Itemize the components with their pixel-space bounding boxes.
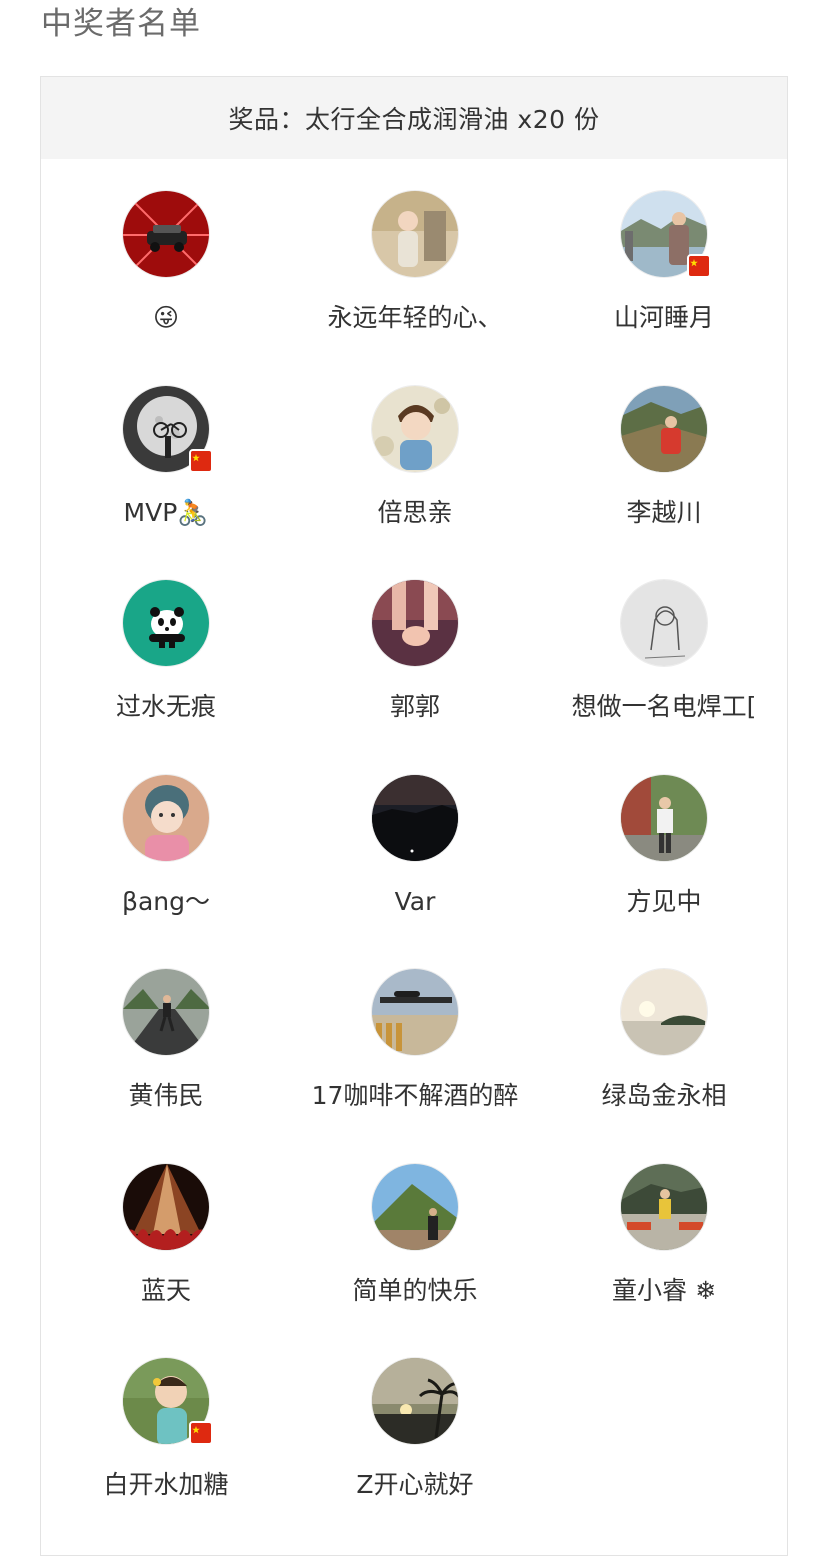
park-child-avatar bbox=[620, 1162, 708, 1251]
winner-nickname: 山河睡月 bbox=[613, 303, 714, 332]
china-flag-icon bbox=[189, 1421, 213, 1445]
china-flag-icon bbox=[687, 254, 711, 278]
red-car-avatar bbox=[122, 190, 210, 278]
winner-nickname: 郭郭 bbox=[389, 692, 440, 721]
winner-item[interactable]: Var bbox=[295, 773, 535, 944]
winner-item[interactable]: 过水无痕 bbox=[46, 579, 286, 749]
winner-item[interactable]: 方见中 bbox=[544, 773, 784, 944]
little-girl-avatar bbox=[122, 773, 210, 862]
winner-item[interactable]: 倍思亲 bbox=[295, 384, 535, 555]
winner-nickname: MVP🚴 bbox=[123, 497, 209, 527]
winner-item[interactable]: 白开水加糖 bbox=[46, 1357, 286, 1527]
winner-nickname: 李越川 bbox=[626, 497, 702, 527]
palm-sunset-avatar bbox=[371, 1357, 459, 1445]
china-flag-icon bbox=[189, 448, 213, 473]
night-sky-avatar bbox=[371, 773, 459, 862]
winner-item[interactable]: Z开心就好 bbox=[295, 1357, 535, 1527]
sketch-avatar bbox=[620, 579, 708, 667]
winner-item[interactable]: 山河睡月 bbox=[544, 190, 784, 360]
child-photo-avatar bbox=[371, 190, 459, 278]
winner-nickname: 😜 bbox=[152, 303, 180, 332]
winner-item[interactable]: βang～ bbox=[46, 773, 286, 944]
garden-man-avatar bbox=[620, 773, 708, 862]
winner-nickname: Z开心就好 bbox=[356, 1470, 474, 1499]
winner-item[interactable]: 绿岛金永相 bbox=[544, 968, 784, 1138]
winner-nickname: 白开水加糖 bbox=[103, 1470, 229, 1499]
cartoon-boy-avatar bbox=[371, 384, 459, 473]
winner-item[interactable]: 简单的快乐 bbox=[295, 1162, 535, 1333]
concert-avatar bbox=[122, 1162, 210, 1251]
winner-nickname: βang～ bbox=[122, 886, 210, 916]
winner-nickname: 蓝天 bbox=[140, 1275, 191, 1305]
winner-nickname: 绿岛金永相 bbox=[601, 1081, 727, 1110]
winner-item[interactable]: 永远年轻的心、 bbox=[295, 190, 535, 360]
winner-nickname: 想做一名电焊工[ bbox=[571, 692, 757, 721]
winner-nickname: 永远年轻的心、 bbox=[327, 303, 503, 332]
green-hill-avatar bbox=[371, 1162, 459, 1251]
winner-nickname: 17咖啡不解酒的醉 bbox=[311, 1081, 519, 1110]
winner-nickname: 童小睿 ❄ bbox=[612, 1275, 716, 1305]
winner-item[interactable]: 蓝天 bbox=[46, 1162, 286, 1333]
winner-item[interactable]: MVP🚴 bbox=[46, 384, 286, 555]
winner-item[interactable]: 童小睿 ❄ bbox=[544, 1162, 784, 1333]
holding-hands-avatar bbox=[371, 579, 459, 667]
prize-label: 奖品：太行全合成润滑油 x20 份 bbox=[41, 77, 787, 159]
winner-item[interactable]: 想做一名电焊工[ bbox=[544, 579, 784, 749]
panda-avatar bbox=[122, 579, 210, 667]
winner-item[interactable]: 郭郭 bbox=[295, 579, 535, 749]
rifle-avatar bbox=[371, 968, 459, 1056]
page-title: 中奖者名单 bbox=[41, 6, 201, 42]
winner-nickname: 方见中 bbox=[626, 886, 702, 916]
winners-card: 奖品：太行全合成润滑油 x20 份 😜 永远年轻的心、 山河睡月 MVP🚴 倍思亲 李越川… bbox=[40, 76, 788, 1556]
winner-nickname: 黄伟民 bbox=[128, 1081, 204, 1110]
island-sunset-avatar bbox=[620, 968, 708, 1056]
winner-nickname: 倍思亲 bbox=[377, 497, 453, 527]
winner-nickname: 过水无痕 bbox=[115, 692, 216, 721]
mountain-hiker-avatar bbox=[620, 384, 708, 473]
winner-item[interactable]: 😜 bbox=[46, 190, 286, 360]
winner-nickname: 简单的快乐 bbox=[352, 1275, 478, 1305]
winner-item[interactable]: 17咖啡不解酒的醉 bbox=[295, 968, 535, 1138]
winner-item[interactable]: 黄伟民 bbox=[46, 968, 286, 1138]
road-runner-avatar bbox=[122, 968, 210, 1056]
winner-nickname: Var bbox=[394, 886, 436, 916]
winner-item[interactable]: 李越川 bbox=[544, 384, 784, 555]
